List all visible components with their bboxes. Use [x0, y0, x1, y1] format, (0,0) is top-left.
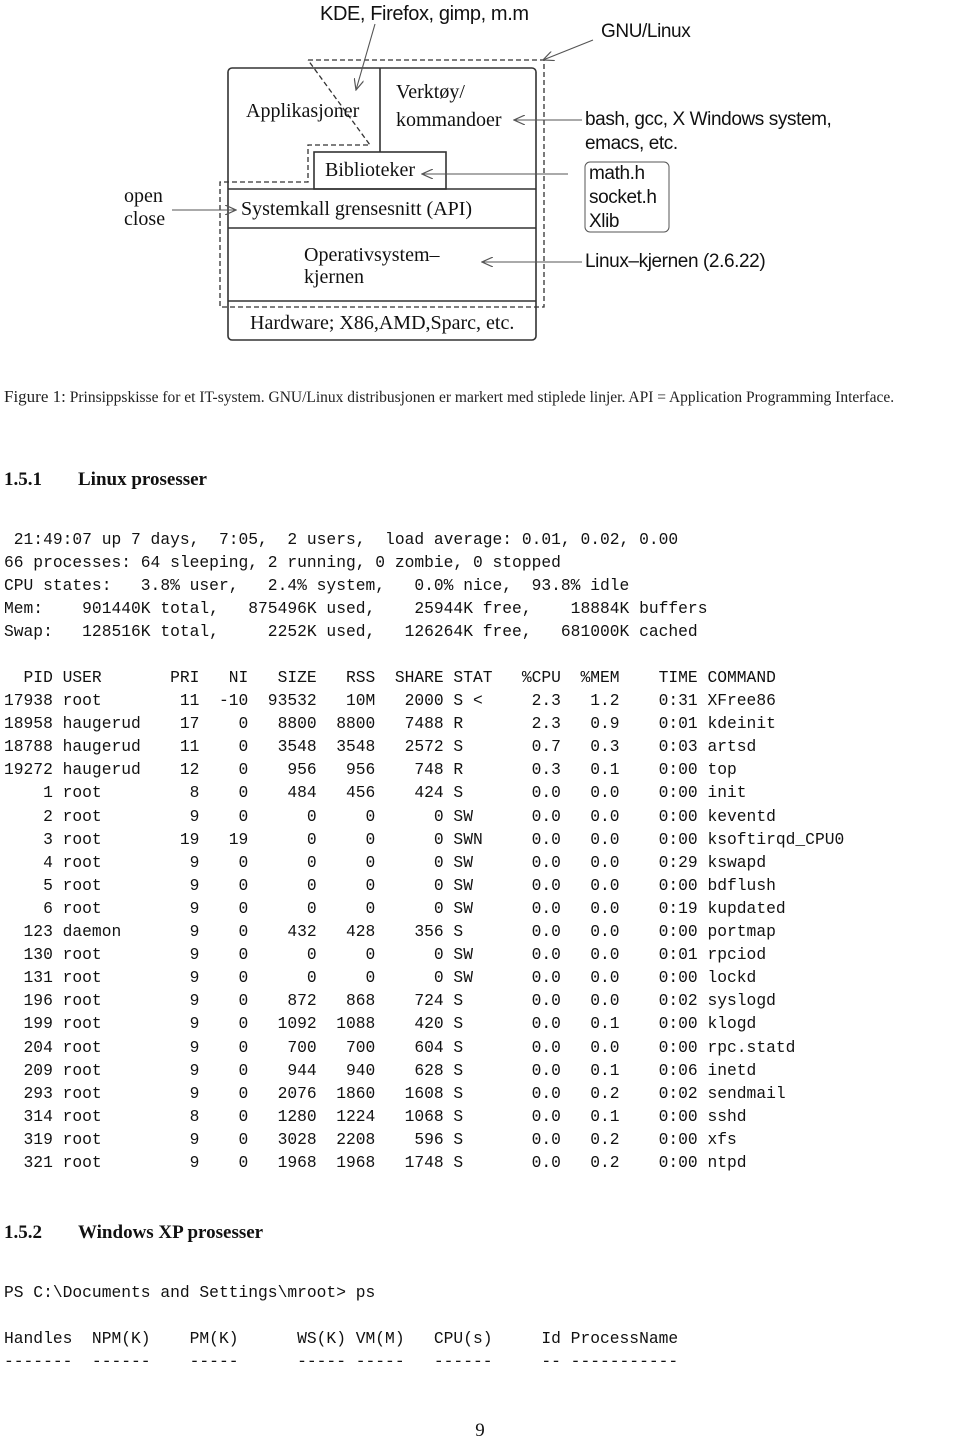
ps-header-line: Handles NPM(K) PM(K) WS(K) VM(M) CPU(s) … [4, 1329, 679, 1348]
section-title: Linux prosesser [78, 469, 207, 490]
table-row: 196 root 9 0 872 868 724 S 0.0 0.0 0:02 … [23, 991, 776, 1011]
top-summary-line: Swap: 128516K total, 2252K used, 126264K… [4, 622, 698, 642]
label-systemkall: Systemkall grensesnitt (API) [241, 198, 473, 220]
gnu-linux-dashed-outline [219, 59, 545, 308]
label-tools-list-cont: emacs, etc. [585, 133, 678, 154]
label-kommandoer: kommandoer [396, 109, 502, 131]
label-kjernen: kjernen [304, 266, 364, 288]
section-number: 1.5.2 [4, 1222, 42, 1243]
section-heading-windows: 1.5.2 Windows XP prosesser [4, 1222, 263, 1244]
table-row: 209 root 9 0 944 940 628 S 0.0 0.1 0:06 … [23, 1060, 757, 1080]
table-row: 17938 root 11 -10 93532 10M 2000 S < 2.3… [4, 691, 776, 711]
table-row: 204 root 9 0 700 700 604 S 0.0 0.0 0:00 … [23, 1037, 796, 1057]
label-verktoy: Verktøy/ [396, 81, 465, 103]
label-hardware: Hardware; X86,AMD,Sparc, etc. [250, 312, 515, 334]
label-operativsystem: Operativsystem– [304, 244, 440, 266]
process-table: PID USER PRI NI SIZE RSS SHARE STAT %CPU… [4, 666, 844, 1174]
top-summary-line: 66 processes: 64 sleeping, 2 running, 0 … [4, 553, 561, 573]
table-row: 5 root 9 0 0 0 0 SW 0.0 0.0 0:00 bdflush [43, 875, 776, 895]
label-kde-firefox-gimp: KDE, Firefox, gimp, m.m [320, 3, 529, 25]
page-number: 9 [475, 1420, 485, 1441]
label-gnu-linux: GNU/Linux [601, 21, 691, 42]
ps-separator-line: ------- ------ ----- ----- ----- ------ … [4, 1352, 679, 1371]
table-row: 6 root 9 0 0 0 0 SW 0.0 0.0 0:19 kupdate… [43, 898, 786, 918]
table-row: 18958 haugerud 17 0 8800 8800 7488 R 2.3… [4, 714, 776, 734]
arrow-kde [356, 23, 376, 90]
diagram-lines [172, 23, 670, 341]
table-row: 131 root 9 0 0 0 0 SW 0.0 0.0 0:00 lockd [23, 968, 757, 988]
label-xlib: Xlib [589, 211, 620, 232]
top-summary-line: CPU states: 3.8% user, 2.4% system, 0.0%… [4, 576, 630, 596]
top-summary-line: Mem: 901440K total, 875496K used, 25944K… [4, 599, 708, 619]
table-row: 314 root 8 0 1280 1224 1068 S 0.0 0.1 0:… [23, 1106, 747, 1126]
label-close: close [124, 208, 166, 230]
label-applikasjoner: Applikasjoner [246, 100, 360, 122]
figure-it-system-diagram: KDE, Firefox, gimp, m.m GNU/Linux Applik… [0, 0, 960, 350]
arrow-gnu-linux [543, 39, 594, 60]
table-row: 4 root 9 0 0 0 0 SW 0.0 0.0 0:29 kswapd [43, 852, 767, 872]
label-open: open [124, 185, 163, 207]
table-row: 2 root 9 0 0 0 0 SW 0.0 0.0 0:00 keventd [43, 806, 776, 826]
top-summary-line: 21:49:07 up 7 days, 7:05, 2 users, load … [13, 530, 679, 549]
table-row: 1 root 8 0 484 456 424 S 0.0 0.0 0:00 in… [43, 783, 747, 803]
table-row: 319 root 9 0 3028 2208 596 S 0.0 0.2 0:0… [23, 1129, 737, 1149]
table-row: 293 root 9 0 2076 1860 1608 S 0.0 0.2 0:… [23, 1083, 786, 1103]
caption-prefix: Figure 1: [4, 387, 66, 406]
section-heading-linux: 1.5.1 Linux prosesser [4, 469, 207, 491]
table-row: 321 root 9 0 1968 1968 1748 S 0.0 0.2 0:… [4, 1152, 747, 1172]
section-title: Windows XP prosesser [78, 1222, 264, 1243]
top-summary-block: 21:49:07 up 7 days, 7:05, 2 users, load … [4, 528, 707, 643]
table-row: 18788 haugerud 11 0 3548 3548 2572 S 0.7… [4, 737, 757, 757]
powershell-prompt: PS C:\Documents and Settings\mroot> ps [4, 1283, 376, 1302]
table-row: 123 daemon 9 0 432 428 356 S 0.0 0.0 0:0… [23, 922, 776, 942]
label-tools-list: bash, gcc, X Windows system, [585, 109, 832, 130]
table-row: 130 root 9 0 0 0 0 SW 0.0 0.0 0:01 rpcio… [23, 945, 767, 965]
label-kernel-version: Linux–kjernen (2.6.22) [585, 251, 766, 272]
table-row: 199 root 9 0 1092 1088 420 S 0.0 0.1 0:0… [23, 1014, 757, 1034]
label-math-h: math.h [589, 163, 645, 184]
section-number: 1.5.1 [4, 469, 42, 490]
label-biblioteker: Biblioteker [325, 159, 415, 181]
table-row: 19272 haugerud 12 0 956 956 748 R 0.3 0.… [4, 760, 737, 780]
table-header: PID USER PRI NI SIZE RSS SHARE STAT %CPU… [23, 668, 776, 687]
figure-caption: Figure 1: Prinsippskisse for et IT-syste… [4, 386, 960, 408]
table-row: 3 root 19 19 0 0 0 SWN 0.0 0.0 0:00 ksof… [43, 829, 845, 849]
caption-text: Prinsippskisse for et IT-system. GNU/Lin… [69, 389, 895, 406]
label-socket-h: socket.h [589, 187, 657, 208]
